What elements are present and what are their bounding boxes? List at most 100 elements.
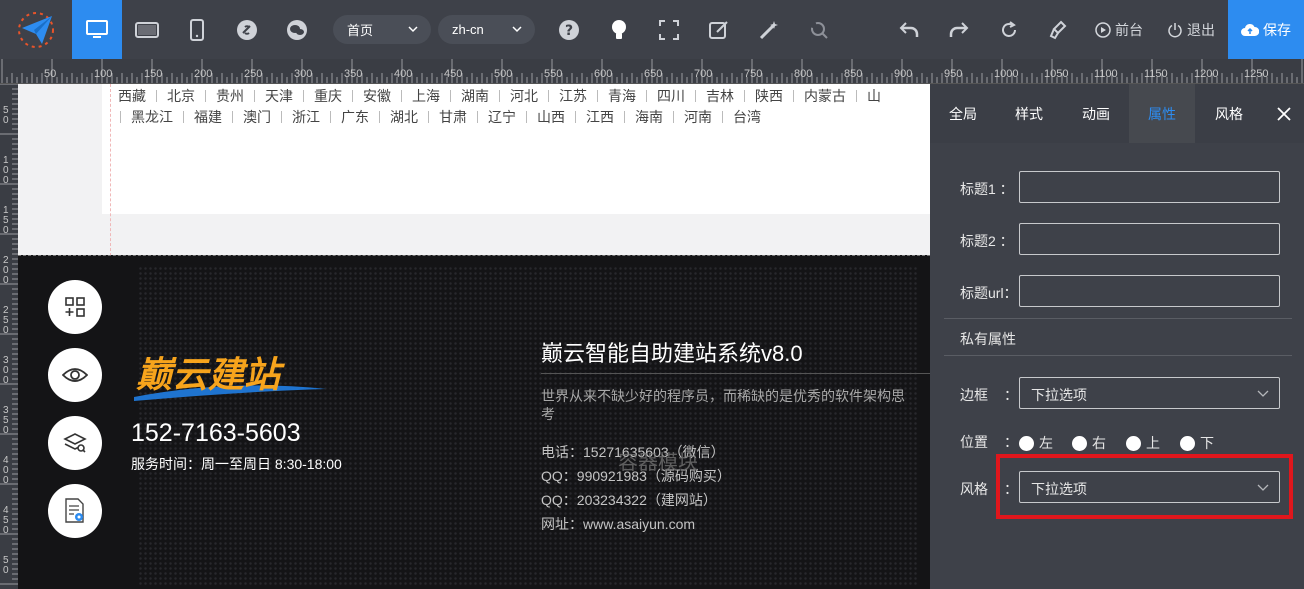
brand-logo: 巅云建站 xyxy=(130,349,326,408)
undo-button[interactable] xyxy=(884,0,934,59)
vertical-ruler: 5 0 1 0 0 1 5 0 2 0 0 2 5 0 3 0 0 3 5 0 4 0 0 4 … xyxy=(0,84,18,589)
province-link[interactable]: 江苏 xyxy=(559,86,587,106)
desktop-view-button[interactable] xyxy=(72,0,122,59)
edit-button[interactable] xyxy=(694,0,744,59)
wechat-button[interactable] xyxy=(272,0,322,59)
footer-contact-qq2: QQ：203234322（建网站） xyxy=(541,492,717,508)
footer-divider xyxy=(541,373,930,374)
province-link[interactable]: 吉林 xyxy=(706,86,734,106)
title2-label: 标题2 ： xyxy=(960,233,1014,249)
ruler-label: 650 xyxy=(644,68,663,80)
position-radio-left[interactable]: 左 xyxy=(1019,433,1053,453)
province-link[interactable]: 天津 xyxy=(265,86,293,106)
ruler-label: 5 0 xyxy=(3,555,9,576)
title1-label: 标题1 ： xyxy=(960,181,1014,197)
language-select[interactable]: zh-cn xyxy=(438,15,535,44)
refresh-button[interactable] xyxy=(984,0,1034,59)
tablet-view-button[interactable] xyxy=(122,0,172,59)
page-settings-button[interactable] xyxy=(48,484,102,538)
province-link[interactable]: 北京 xyxy=(167,86,195,106)
tab-animation[interactable]: 动画 xyxy=(1063,84,1129,143)
radio-label: 右 xyxy=(1092,435,1106,451)
province-link[interactable]: 内蒙古 xyxy=(804,86,846,106)
page-select[interactable]: 首页 xyxy=(333,15,431,44)
province-separator xyxy=(379,111,380,123)
tips-button[interactable] xyxy=(594,0,644,59)
province-link[interactable]: 澳门 xyxy=(243,107,271,127)
province-link[interactable]: 湖北 xyxy=(390,107,418,127)
tab-theme[interactable]: 风格 xyxy=(1196,84,1262,143)
search-refresh-button[interactable] xyxy=(794,0,844,59)
top-toolbar: 首页 zh-cn ? 前台 退出 保存 xyxy=(0,0,1304,59)
province-link[interactable]: 海南 xyxy=(635,107,663,127)
province-link[interactable]: 安徽 xyxy=(363,86,391,106)
position-radio-right[interactable]: 右 xyxy=(1072,433,1106,453)
province-separator xyxy=(793,90,794,102)
footer-contact-web: 网址：www.asaiyun.com xyxy=(541,516,696,532)
position-radio-bottom[interactable]: 下 xyxy=(1180,433,1214,453)
help-button[interactable]: ? xyxy=(544,0,594,59)
magic-tool-button[interactable] xyxy=(744,0,794,59)
province-link[interactable]: 上海 xyxy=(412,86,440,106)
ruler-label: 950 xyxy=(944,68,963,80)
radio-label: 上 xyxy=(1146,435,1160,451)
redo-button[interactable] xyxy=(934,0,984,59)
app-logo xyxy=(0,0,72,59)
title2-input[interactable] xyxy=(1019,223,1280,255)
province-link[interactable]: 陕西 xyxy=(755,86,783,106)
fullscreen-button[interactable] xyxy=(644,0,694,59)
province-separator xyxy=(548,90,549,102)
province-link[interactable]: 山 xyxy=(867,86,881,106)
province-separator xyxy=(450,90,451,102)
footer-service-hours: 服务时间：周一至周日 8:30-18:00 xyxy=(131,456,342,472)
layers-button[interactable] xyxy=(48,416,102,470)
title1-input[interactable] xyxy=(1019,171,1280,203)
province-link[interactable]: 湖南 xyxy=(461,86,489,106)
province-link[interactable]: 西藏 xyxy=(118,86,146,106)
province-link[interactable]: 青海 xyxy=(608,86,636,106)
add-module-button[interactable] xyxy=(48,280,102,334)
tab-style[interactable]: 样式 xyxy=(996,84,1062,143)
phone-icon xyxy=(190,18,204,41)
radio-label: 左 xyxy=(1039,435,1053,451)
save-button[interactable]: 保存 xyxy=(1228,0,1304,59)
province-link[interactable]: 江西 xyxy=(586,107,614,127)
province-link[interactable]: 贵州 xyxy=(216,86,244,106)
frontend-link[interactable]: 前台 xyxy=(1095,0,1143,59)
province-separator xyxy=(205,90,206,102)
ruler-label: 1 5 0 xyxy=(3,205,9,236)
province-link[interactable]: 河北 xyxy=(510,86,538,106)
border-select[interactable]: 下拉选项 xyxy=(1019,377,1280,409)
panel-tabs: 全局 样式 动画 属性 风格 xyxy=(930,84,1304,143)
clear-button[interactable] xyxy=(1034,0,1084,59)
province-link[interactable]: 台湾 xyxy=(733,107,761,127)
province-link[interactable]: 甘肃 xyxy=(439,107,467,127)
close-panel-button[interactable] xyxy=(1264,84,1304,143)
private-attributes-section: 私有属性 xyxy=(944,318,1292,356)
logout-link[interactable]: 退出 xyxy=(1167,0,1215,59)
province-link[interactable]: 重庆 xyxy=(314,86,342,106)
tab-attributes[interactable]: 属性 xyxy=(1129,84,1195,143)
svg-text:?: ? xyxy=(565,23,573,39)
province-link[interactable]: 河南 xyxy=(684,107,712,127)
province-separator xyxy=(673,111,674,123)
language-select-value: zh-cn xyxy=(452,22,484,37)
close-icon xyxy=(1277,106,1291,121)
style-label: 风格 ： xyxy=(960,479,1018,499)
province-link[interactable]: 四川 xyxy=(657,86,685,106)
province-link[interactable]: 辽宁 xyxy=(488,107,516,127)
editor-canvas[interactable]: 西藏 北京 贵州 天津 重庆 安徽 上海 湖南 河北 江苏 青海 四川 吉林 陕西 内蒙古 山 黑龙江 福建 澳门… xyxy=(18,84,930,589)
province-link[interactable]: 黑龙江 xyxy=(131,107,173,127)
titleurl-input[interactable] xyxy=(1019,275,1280,307)
tab-global[interactable]: 全局 xyxy=(930,84,996,143)
footer-container-module[interactable]: 巅云建站 152-7163-5603 服务时间：周一至周日 8:30-18:00… xyxy=(18,255,930,589)
province-link[interactable]: 福建 xyxy=(194,107,222,127)
link-button[interactable] xyxy=(222,0,272,59)
province-link[interactable]: 山西 xyxy=(537,107,565,127)
chevron-down-icon xyxy=(512,26,522,33)
province-link[interactable]: 浙江 xyxy=(292,107,320,127)
preview-button[interactable] xyxy=(48,348,102,402)
province-link[interactable]: 广东 xyxy=(341,107,369,127)
phone-view-button[interactable] xyxy=(172,0,222,59)
position-radio-top[interactable]: 上 xyxy=(1126,433,1160,453)
